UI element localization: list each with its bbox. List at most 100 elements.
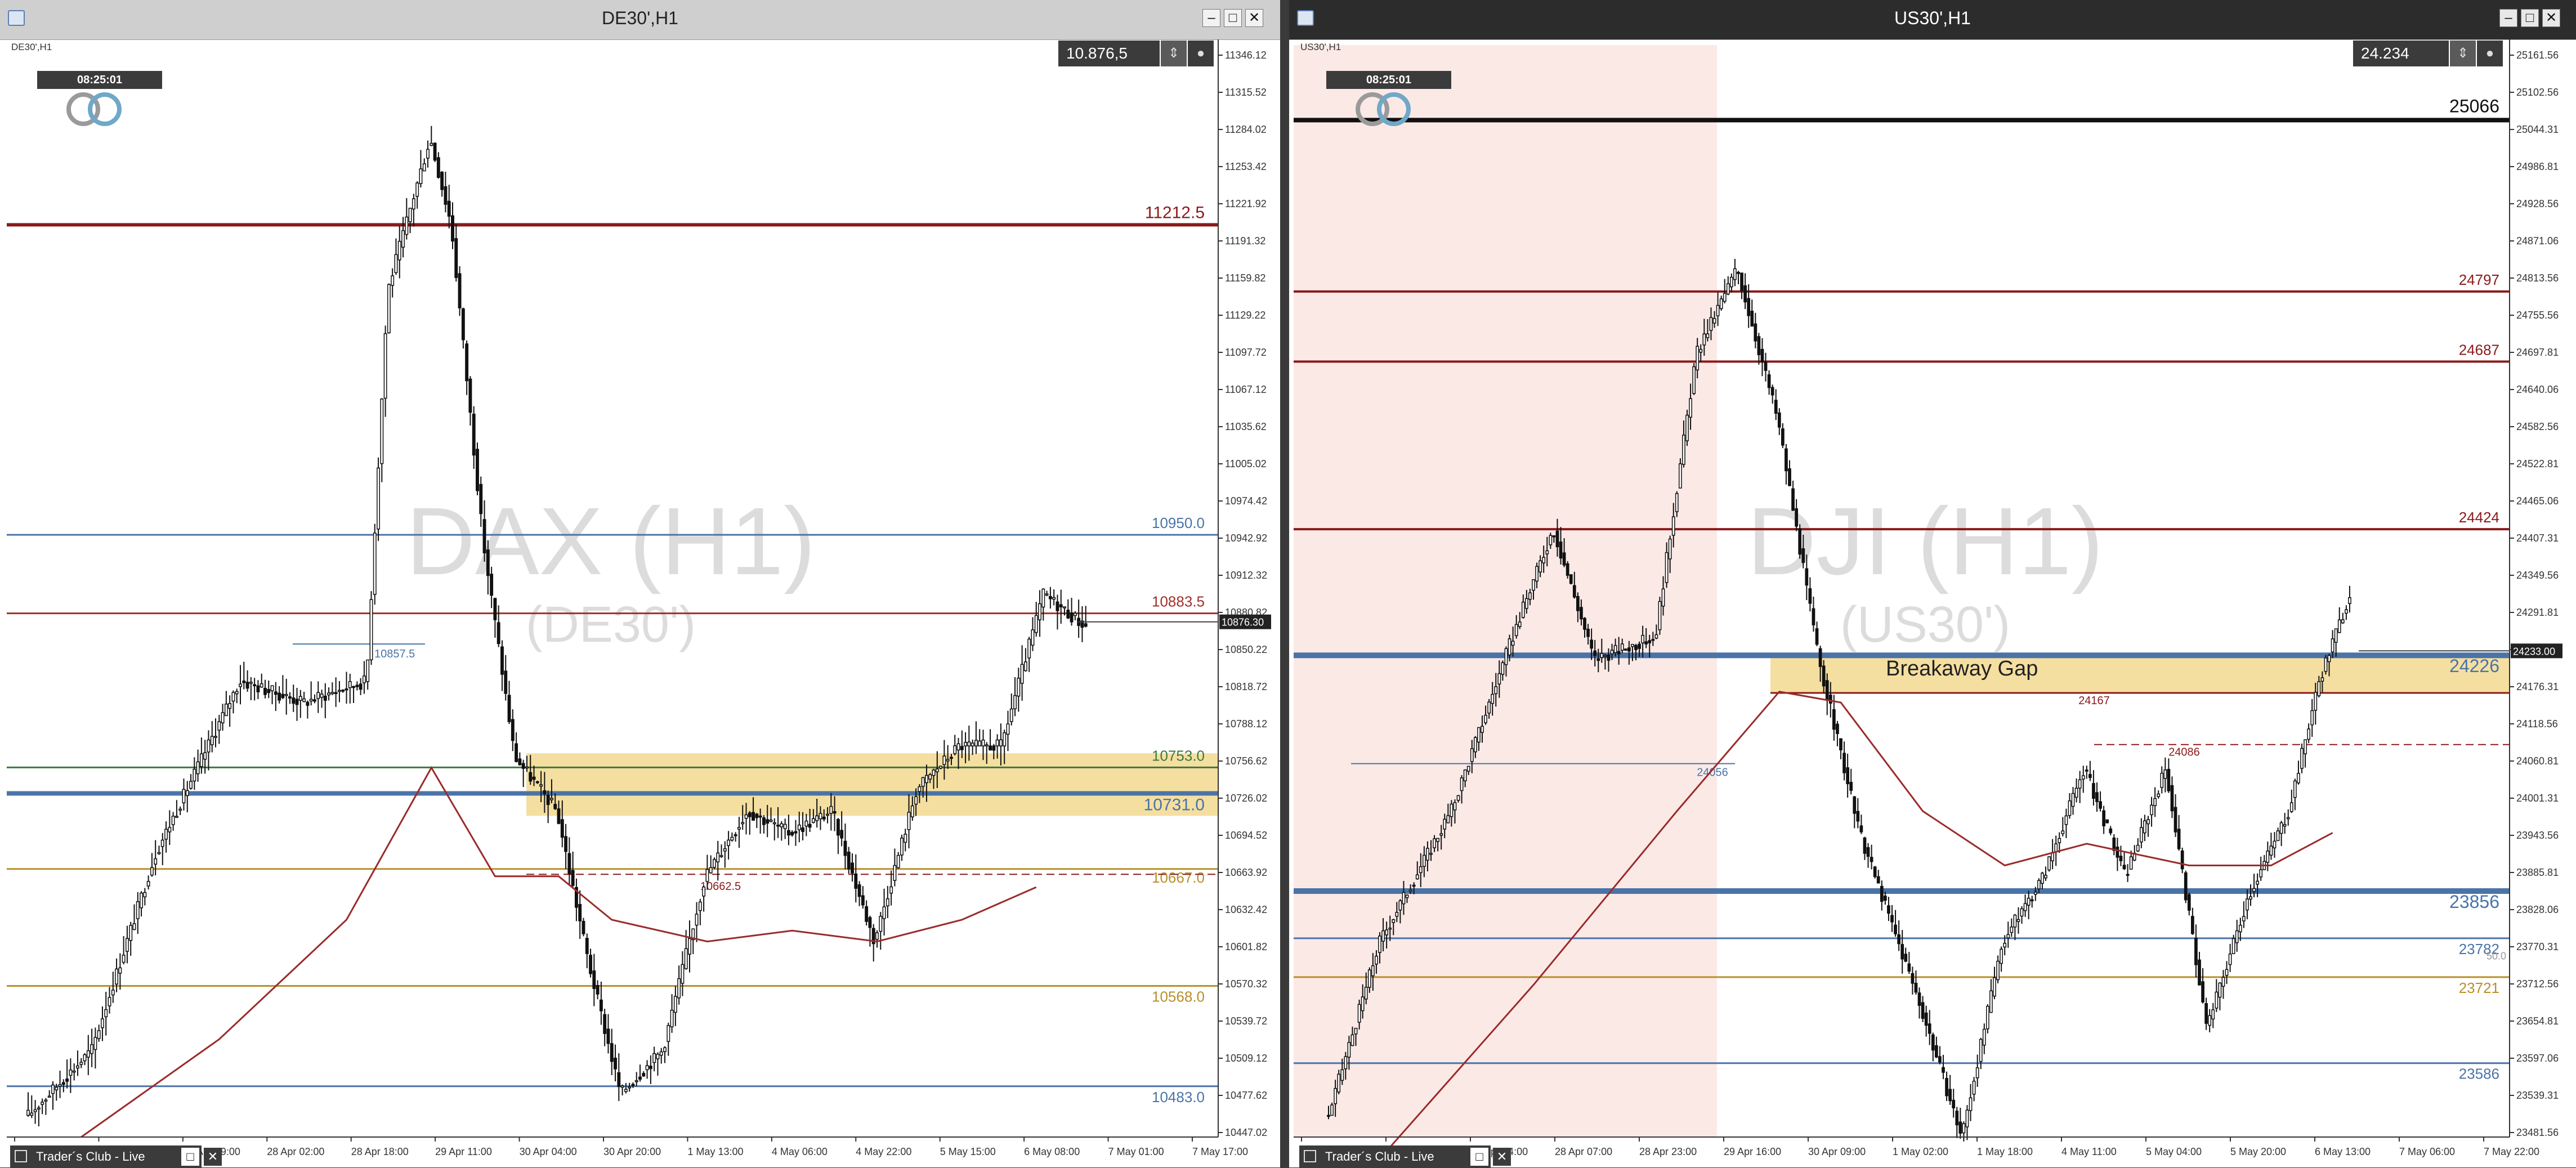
candle-body <box>2078 779 2082 789</box>
candle-body <box>185 790 189 796</box>
us30-title-bar[interactable]: US30',H1 – □ ✕ <box>1289 0 2576 40</box>
candle-body <box>1056 601 1059 611</box>
traders-club-restore-button[interactable]: □ <box>181 1148 199 1166</box>
candle-body <box>634 1080 638 1082</box>
candle-body <box>1962 1123 1966 1134</box>
quote-menu-icon[interactable]: ● <box>1188 41 1214 66</box>
us30-price-chart[interactable]: DJI (H1)(US30')Breakaway Gap250662479724… <box>1289 39 2576 1167</box>
candle-body <box>320 693 324 698</box>
traders-club-panel[interactable]: Trader´s Club - Live <box>10 1145 202 1168</box>
price-tick-label: 10477.62 <box>1225 1090 1267 1101</box>
minimize-button[interactable]: – <box>2499 9 2517 27</box>
candle-body <box>330 692 334 695</box>
price-tick-label: 11346.12 <box>1225 50 1267 61</box>
de30-chart-area[interactable]: DAX (H1) (DE30') 11212.5 10950.0 10883.5 1085… <box>0 39 1280 1168</box>
candle-body <box>1073 612 1077 616</box>
candle-body <box>702 886 706 897</box>
candle-body <box>1572 585 1576 598</box>
candle-body <box>47 1095 51 1098</box>
candle-body <box>999 739 1003 746</box>
candle-body <box>295 699 299 705</box>
price-tick-label: 23828.06 <box>2516 904 2559 915</box>
candle-body <box>1876 876 1880 884</box>
candle-body <box>752 812 755 821</box>
price-tick-label: 23481.56 <box>2516 1127 2559 1138</box>
candle-body <box>352 686 356 688</box>
candle-body <box>2150 804 2153 816</box>
minimize-button[interactable]: – <box>1202 9 1220 27</box>
candle-body <box>1334 1088 1338 1104</box>
de30-title-bar[interactable]: DE30',H1 – □ ✕ <box>0 0 1280 40</box>
candle-body <box>1593 650 1597 656</box>
candle-body <box>1853 796 1857 814</box>
candle-body <box>369 599 373 660</box>
candle-body <box>199 753 203 767</box>
traders-club-label: Trader´s Club - Live <box>1325 1149 1434 1163</box>
us30-chart-area[interactable]: DJI (H1) (US30') Breakaway Gap 25066 24797 24… <box>1289 39 2576 1168</box>
candle-body <box>783 824 787 829</box>
candle-body <box>408 208 412 222</box>
candle-body <box>1682 435 1685 465</box>
traders-club-close-button[interactable]: ✕ <box>204 1148 222 1166</box>
time-tick-label: 1 May 02:00 <box>1893 1146 1948 1157</box>
candle-body <box>1911 973 1915 984</box>
candle-body <box>97 1030 101 1039</box>
candle-body <box>801 827 804 832</box>
candle-body <box>886 898 889 907</box>
candle-body <box>210 736 214 745</box>
traders-club-panel[interactable]: Trader´s Club - Live <box>1299 1145 1491 1168</box>
candle-body <box>1785 448 1788 472</box>
us30-chart-window[interactable]: US30',H1 – □ ✕ DJI (H1) (US30') Breakaway … <box>1289 0 2576 1168</box>
candle-body <box>1712 318 1716 324</box>
de30-symbol-label: DE30',H1 <box>11 42 52 52</box>
de30-quote-display: 10.876,5 <box>1058 41 1160 66</box>
de30-price-chart[interactable]: DAX (H1)(DE30') 11212.5 10950.0 10883.5 1085… <box>0 39 1280 1167</box>
maximize-button[interactable]: □ <box>2521 9 2539 27</box>
candle-body <box>790 831 794 836</box>
candle-body <box>2201 981 2204 1003</box>
candle-body <box>1422 854 1426 867</box>
candle-body <box>549 798 553 800</box>
candle-body <box>2085 769 2088 772</box>
maximize-button[interactable]: □ <box>1224 9 1242 27</box>
candle-body <box>1818 648 1822 667</box>
candle-body <box>1361 996 1365 1012</box>
de30-chart-window[interactable]: DE30',H1 – □ ✕ DAX (H1) (DE30') 11212.5 109… <box>0 0 1280 1168</box>
close-button[interactable]: ✕ <box>1245 9 1263 27</box>
traders-club-restore-button[interactable]: □ <box>1470 1148 1488 1166</box>
candle-body <box>2136 844 2140 852</box>
candle-body <box>2163 769 2167 779</box>
candle-body <box>217 721 221 731</box>
candle-body <box>1839 738 1842 751</box>
candle-body <box>1767 374 1771 388</box>
candle-body <box>1931 1034 1935 1051</box>
candle-body <box>69 1069 73 1076</box>
candle-body <box>58 1084 62 1087</box>
quote-menu-icon[interactable]: ● <box>2477 41 2503 66</box>
price-tick-label: 10726.02 <box>1225 793 1267 804</box>
candle-body <box>673 996 677 1013</box>
candle-body <box>1832 709 1836 730</box>
quote-arrow-button[interactable]: ⇕ <box>1161 41 1187 66</box>
candle-body <box>1859 825 1863 833</box>
quote-arrow-button[interactable]: ⇕ <box>2450 41 2476 66</box>
candle-body <box>101 1018 104 1028</box>
candle-body <box>327 692 331 696</box>
candle-body <box>2180 850 2184 870</box>
traders-club-close-button[interactable]: ✕ <box>1493 1148 1511 1166</box>
candle-body <box>454 238 458 278</box>
candle-body <box>571 870 575 886</box>
candle-body <box>270 685 274 691</box>
price-tick-label: 24813.56 <box>2516 272 2559 284</box>
candle-body <box>150 867 154 876</box>
close-button[interactable]: ✕ <box>2542 9 2560 27</box>
candle-body <box>1993 977 1996 997</box>
candle-body <box>355 684 359 687</box>
candle-body <box>2109 828 2113 834</box>
candle-body <box>2020 908 2024 917</box>
candle-body <box>479 484 483 514</box>
candle-body <box>649 1066 652 1069</box>
candle-body <box>1815 628 1819 645</box>
candle-body <box>1921 1002 1925 1019</box>
us30-window-title: US30',H1 <box>1894 8 1971 28</box>
